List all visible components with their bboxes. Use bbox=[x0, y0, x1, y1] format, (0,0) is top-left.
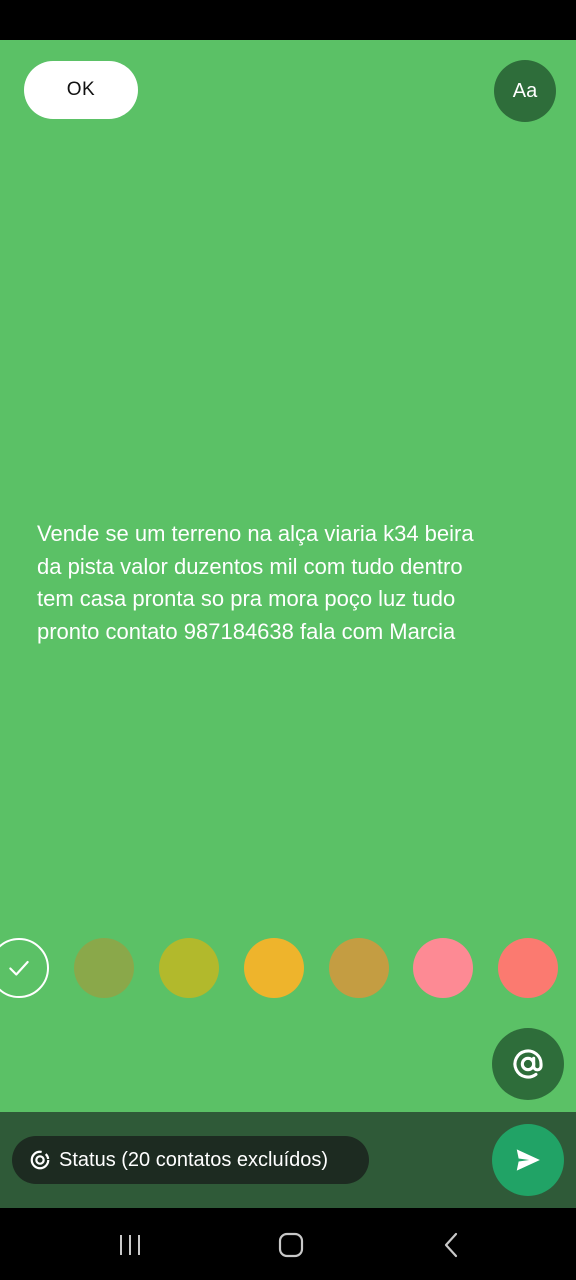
system-status-bar bbox=[0, 0, 576, 40]
status-canvas[interactable]: OK Aa Vende se um terreno na alça viaria… bbox=[0, 40, 576, 1112]
color-swatch[interactable] bbox=[159, 938, 219, 998]
home-button[interactable] bbox=[271, 1230, 311, 1260]
mention-button[interactable] bbox=[492, 1028, 564, 1100]
system-nav-bar bbox=[0, 1208, 576, 1280]
color-swatch[interactable] bbox=[74, 938, 134, 998]
recent-apps-icon bbox=[120, 1235, 140, 1255]
home-icon bbox=[278, 1232, 304, 1258]
recent-apps-button[interactable] bbox=[110, 1230, 150, 1260]
font-style-button[interactable]: Aa bbox=[494, 60, 556, 122]
back-icon bbox=[444, 1232, 458, 1258]
color-swatch[interactable] bbox=[329, 938, 389, 998]
send-button[interactable] bbox=[492, 1124, 564, 1196]
check-icon bbox=[9, 960, 29, 976]
color-swatch[interactable] bbox=[244, 938, 304, 998]
color-swatch[interactable] bbox=[498, 938, 558, 998]
ok-button[interactable]: OK bbox=[24, 61, 138, 119]
back-button[interactable] bbox=[432, 1230, 472, 1260]
swatch-selected[interactable] bbox=[0, 938, 49, 998]
at-sign-icon bbox=[513, 1049, 543, 1079]
status-audience-button[interactable]: Status (20 contatos excluídos) bbox=[12, 1136, 369, 1184]
send-icon bbox=[516, 1149, 540, 1171]
color-swatch[interactable] bbox=[413, 938, 473, 998]
status-text[interactable]: Vende se um terreno na alça viaria k34 b… bbox=[37, 518, 537, 648]
status-ring-icon bbox=[30, 1150, 50, 1170]
audience-label: Status (20 contatos excluídos) bbox=[59, 1148, 329, 1171]
bottom-bar: Status (20 contatos excluídos) bbox=[0, 1112, 576, 1208]
color-palette bbox=[0, 937, 576, 999]
